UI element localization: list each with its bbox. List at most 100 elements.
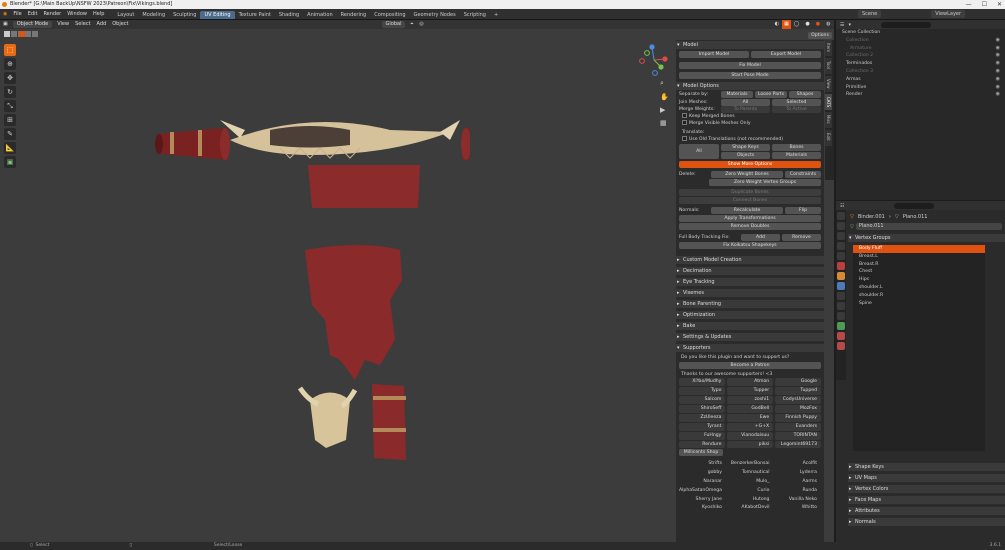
axis-gizmo-icon[interactable] bbox=[636, 42, 672, 78]
tab-cats[interactable]: CATS bbox=[825, 94, 832, 110]
visibility-eye-icon[interactable]: ◉ bbox=[996, 91, 1000, 99]
vertex-group-row[interactable]: Breast.L bbox=[853, 253, 985, 261]
supporter-button[interactable]: XiYao/Mudhy bbox=[679, 378, 726, 386]
outliner-type-icon[interactable]: ☰ bbox=[840, 22, 844, 28]
physics-tab-icon[interactable] bbox=[837, 302, 845, 310]
supporter-button[interactable]: zoshi1 bbox=[726, 395, 774, 404]
supporter-button[interactable]: Vianodaisuu bbox=[726, 431, 774, 440]
supporter-button[interactable]: Google bbox=[774, 378, 821, 386]
output-tab-icon[interactable] bbox=[837, 232, 845, 240]
separate-materials-button[interactable]: Materials bbox=[721, 91, 753, 98]
supporter-button[interactable]: Atmon bbox=[726, 378, 774, 386]
tab-modeling[interactable]: Modeling bbox=[138, 11, 169, 19]
checkbox-icon[interactable] bbox=[682, 120, 687, 125]
checkbox-icon[interactable] bbox=[682, 113, 687, 118]
supporter-button[interactable]: Rendure bbox=[679, 440, 726, 449]
menu-window[interactable]: Window bbox=[64, 9, 90, 20]
mode-dropdown[interactable]: Object Mode bbox=[12, 21, 53, 28]
properties-type-icon[interactable]: ☷ bbox=[840, 203, 844, 209]
pan-hand-icon[interactable]: ✋ bbox=[660, 93, 670, 101]
supporter-button[interactable]: Legomint69173 bbox=[774, 440, 821, 449]
tab-item[interactable]: Item bbox=[825, 40, 832, 56]
supporter-button[interactable]: GodBell bbox=[726, 404, 774, 413]
editor-type-icon[interactable]: ▣ bbox=[0, 20, 11, 29]
property-section[interactable]: Face Maps bbox=[848, 496, 1005, 504]
supporter-button[interactable]: ZzUleeza bbox=[679, 413, 726, 422]
supporter-button[interactable]: Typo bbox=[679, 386, 726, 395]
fix-koikatsu-button[interactable]: Fix Koikatsu Shapekeys bbox=[679, 242, 821, 249]
select-tool[interactable]: ⬚ bbox=[4, 44, 16, 56]
supporter-button[interactable]: +G+X bbox=[726, 422, 774, 431]
outliner-row[interactable]: Collection 2 ◉ bbox=[836, 52, 1005, 60]
mesh-data-name-field[interactable]: Plano.011 bbox=[855, 223, 1002, 230]
join-all-button[interactable]: All bbox=[721, 99, 770, 106]
vertex-group-row[interactable]: shoulder.R bbox=[853, 292, 985, 300]
supporter-button[interactable]: piksi bbox=[726, 440, 774, 449]
constraints-button[interactable]: Constraints bbox=[785, 171, 821, 178]
rendered-shading-icon[interactable]: ◍ bbox=[823, 20, 833, 29]
proportional-icon[interactable]: ◎ bbox=[416, 20, 426, 29]
tab-compositing[interactable]: Compositing bbox=[370, 11, 409, 19]
snap-icon[interactable]: ⌖ bbox=[407, 20, 416, 29]
property-section[interactable]: Normals bbox=[848, 518, 1005, 526]
tab-view[interactable]: View bbox=[825, 76, 832, 92]
keep-merged-bones-check[interactable]: Keep Merged Bones bbox=[676, 113, 824, 120]
world-tab-icon[interactable] bbox=[837, 262, 845, 270]
supporter-button[interactable]: CodysUniverse bbox=[774, 395, 821, 404]
constraints-tab-icon[interactable] bbox=[837, 312, 845, 320]
scene-selector[interactable]: Scene bbox=[858, 10, 882, 18]
scene-tab-icon[interactable] bbox=[837, 252, 845, 260]
section-model[interactable]: Model bbox=[676, 41, 824, 49]
tab-rendering[interactable]: Rendering bbox=[337, 11, 371, 19]
outliner-row[interactable]: Armas ◉ bbox=[836, 76, 1005, 84]
select-invert-icon[interactable] bbox=[25, 31, 31, 37]
data-tab-icon[interactable] bbox=[837, 322, 845, 330]
menu-file[interactable]: File bbox=[10, 9, 24, 20]
texture-tab-icon[interactable] bbox=[837, 342, 845, 350]
vertex-group-row[interactable]: Hips bbox=[853, 276, 985, 284]
add-cube-tool[interactable]: ▣ bbox=[4, 156, 16, 168]
section-settings-updates[interactable]: Settings & Updates bbox=[676, 333, 824, 341]
overlay-icon[interactable]: ◐ bbox=[772, 20, 782, 29]
tool-tab-icon[interactable] bbox=[837, 212, 845, 220]
translate-bones-button[interactable]: Bones bbox=[772, 144, 821, 151]
tab-edit[interactable]: Edit bbox=[825, 130, 832, 146]
supporter-button[interactable]: Tupper bbox=[726, 386, 774, 395]
cursor-tool[interactable]: ⊕ bbox=[4, 58, 16, 70]
join-selected-button[interactable]: Selected bbox=[772, 99, 821, 106]
render-region-icon[interactable] bbox=[19, 31, 25, 37]
merge-to-parents-button[interactable]: To Parents bbox=[721, 106, 770, 113]
modifier-tab-icon[interactable] bbox=[837, 282, 845, 290]
zero-weight-vg-button[interactable]: Zero Weight Vertex Groups bbox=[709, 179, 821, 186]
section-visemes[interactable]: Visemes bbox=[676, 289, 824, 297]
menu-render[interactable]: Render bbox=[40, 9, 64, 20]
checkbox-icon[interactable] bbox=[682, 136, 687, 141]
fbt-remove-button[interactable]: Remove bbox=[782, 234, 821, 241]
ortho-grid-icon[interactable]: ▦ bbox=[660, 119, 670, 127]
scene-collection-row[interactable]: Scene Collection bbox=[836, 29, 1005, 37]
become-patron-button[interactable]: Become a Patron bbox=[679, 362, 821, 369]
separate-shapes-button[interactable]: Shapes bbox=[789, 91, 821, 98]
outliner-row[interactable]: Terminados ◉ bbox=[836, 60, 1005, 68]
visibility-eye-icon[interactable]: ◉ bbox=[996, 45, 1000, 53]
property-section[interactable]: UV Maps bbox=[848, 474, 1005, 482]
menu-select[interactable]: Select bbox=[72, 20, 93, 29]
supporter-button[interactable]: ShiroSeff bbox=[679, 404, 726, 413]
show-more-options-button[interactable]: Show More Options bbox=[679, 161, 821, 168]
start-pose-mode-button[interactable]: Start Pose Mode bbox=[679, 72, 821, 79]
merge-to-active-button[interactable]: To Active bbox=[772, 106, 821, 113]
section-bone-parenting[interactable]: Bone Parenting bbox=[676, 300, 824, 308]
move-tool[interactable]: ✥ bbox=[4, 72, 16, 84]
visibility-eye-icon[interactable]: ◉ bbox=[996, 52, 1000, 60]
orientation-dropdown[interactable]: Global bbox=[381, 21, 406, 28]
render-tab-icon[interactable] bbox=[837, 222, 845, 230]
tab-tool[interactable]: Tool bbox=[825, 58, 832, 74]
section-custom-model-creation[interactable]: Custom Model Creation bbox=[676, 256, 824, 264]
supporter-button[interactable]: Ewe bbox=[726, 413, 774, 422]
section-supporters[interactable]: Supporters bbox=[676, 344, 824, 352]
outliner-row[interactable]: Collection ◉ bbox=[836, 37, 1005, 45]
section-model-options[interactable]: Model Options bbox=[676, 82, 824, 90]
fbt-add-button[interactable]: Add bbox=[741, 234, 780, 241]
tab-scripting[interactable]: Scripting bbox=[460, 11, 490, 19]
measure-tool[interactable]: 📐 bbox=[4, 142, 16, 154]
